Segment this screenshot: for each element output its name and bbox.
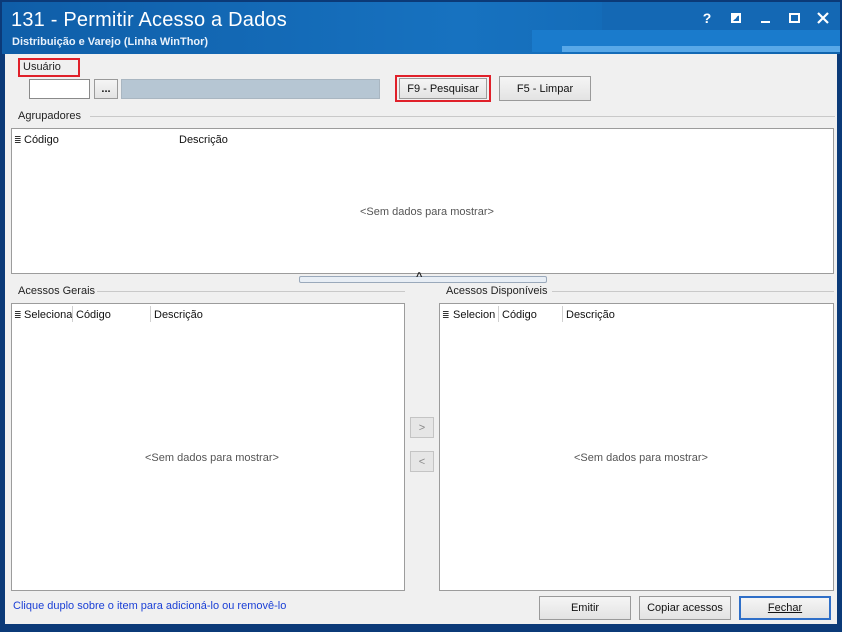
column-separator <box>562 306 563 322</box>
remove-access-button[interactable]: < <box>410 451 434 472</box>
acessos-disponiveis-title: Acessos Disponíveis <box>446 285 548 297</box>
column-header-descricao[interactable]: Descrição <box>179 134 228 146</box>
column-header-selecion[interactable]: Selecion <box>453 309 497 321</box>
column-header-descricao[interactable]: Descrição <box>566 309 615 321</box>
acessos-gerais-divider <box>97 291 405 292</box>
minimize-button[interactable] <box>758 10 772 26</box>
window-frame: 131 - Permitir Acesso a Dados Distribuiç… <box>0 0 842 632</box>
emit-button[interactable]: Emitir <box>539 596 631 620</box>
close-icon <box>817 12 829 24</box>
restore-icon <box>731 13 741 23</box>
usuario-name-field <box>121 79 380 99</box>
empty-grid-message: <Sem dados para mostrar> <box>360 206 494 218</box>
usuario-lookup-button[interactable]: ... <box>94 79 118 99</box>
help-icon: ? <box>702 10 712 26</box>
maximize-icon <box>788 13 800 23</box>
column-chooser-icon[interactable]: ≣ <box>14 135 22 146</box>
column-separator <box>72 306 73 322</box>
column-header-codigo[interactable]: Código <box>502 309 537 321</box>
acessos-disponiveis-divider <box>552 291 834 292</box>
usuario-code-input[interactable] <box>29 79 90 99</box>
add-access-button[interactable]: > <box>410 417 434 438</box>
help-button[interactable]: ? <box>700 10 714 26</box>
acessos-gerais-title: Acessos Gerais <box>18 285 96 297</box>
hint-text: Clique duplo sobre o item para adicioná-… <box>13 600 287 612</box>
agrupadores-divider <box>90 116 835 117</box>
empty-grid-message: <Sem dados para mostrar> <box>145 452 279 464</box>
column-header-seleciona[interactable]: Seleciona <box>24 309 72 321</box>
main-content: Usuário ... F9 - Pesquisar F5 - Limpar A… <box>5 54 837 624</box>
column-header-codigo[interactable]: Código <box>24 134 59 146</box>
title-bar-decoration <box>562 46 840 52</box>
window-subtitle: Distribuição e Varejo (Linha WinThor) <box>12 36 209 48</box>
copy-access-button[interactable]: Copiar acessos <box>639 596 731 620</box>
restore-button[interactable] <box>729 10 743 26</box>
agrupadores-title: Agrupadores <box>18 110 81 122</box>
acessos-disponiveis-grid[interactable]: ≣ Selecion Código Descrição <Sem dados p… <box>439 303 834 591</box>
close-dialog-button[interactable]: Fechar <box>739 596 831 620</box>
column-separator <box>150 306 151 322</box>
column-separator <box>498 306 499 322</box>
window-title: 131 - Permitir Acesso a Dados <box>11 9 287 31</box>
clear-button[interactable]: F5 - Limpar <box>499 76 591 101</box>
window-controls: ? <box>700 10 830 26</box>
search-button[interactable]: F9 - Pesquisar <box>399 78 487 99</box>
maximize-button[interactable] <box>787 10 801 26</box>
splitter-handle[interactable]: ^ <box>299 271 547 283</box>
column-header-descricao[interactable]: Descrição <box>154 309 203 321</box>
agrupadores-grid[interactable]: ≣ Código Descrição <Sem dados para mostr… <box>11 128 834 274</box>
column-header-codigo[interactable]: Código <box>76 309 111 321</box>
close-button[interactable] <box>816 10 830 26</box>
usuario-label: Usuário <box>23 61 61 73</box>
column-chooser-icon[interactable]: ≣ <box>14 310 22 321</box>
empty-grid-message: <Sem dados para mostrar> <box>574 452 708 464</box>
column-chooser-icon[interactable]: ≣ <box>442 310 450 321</box>
acessos-gerais-grid[interactable]: ≣ Seleciona Código Descrição <Sem dados … <box>11 303 405 591</box>
minimize-icon <box>760 21 770 23</box>
title-bar[interactable]: 131 - Permitir Acesso a Dados Distribuiç… <box>2 2 840 54</box>
collapse-arrow-icon: ^ <box>416 271 423 283</box>
